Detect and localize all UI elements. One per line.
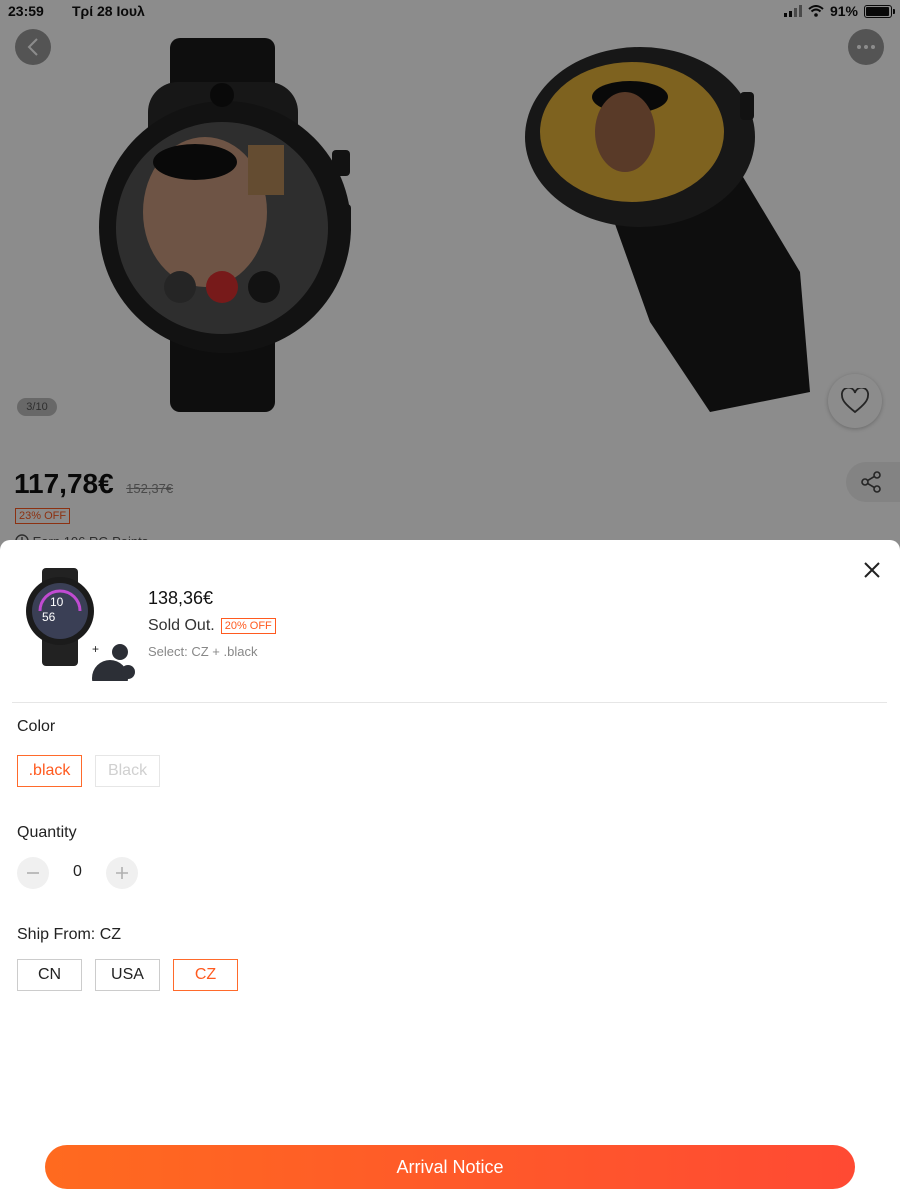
color-label: Color <box>17 718 56 735</box>
ship-option-cn[interactable]: CN <box>17 959 82 991</box>
sku-price: 138,36€ <box>148 588 214 608</box>
ship-from-label: Ship From: CZ <box>17 926 122 943</box>
quantity-decrease-button[interactable] <box>17 857 49 889</box>
sku-thumbnail: 10 56 + <box>26 568 135 681</box>
selection-summary: Select: CZ + .black <box>148 644 258 659</box>
stock-row: Sold Out. 20% OFF <box>148 617 276 635</box>
quantity-increase-button[interactable] <box>106 857 138 889</box>
discount-badge: 20% OFF <box>220 618 276 634</box>
svg-text:56: 56 <box>42 610 56 624</box>
quantity-value[interactable]: 0 <box>73 863 82 881</box>
minus-icon <box>27 872 39 874</box>
close-icon <box>864 562 880 578</box>
arrival-notice-button[interactable]: Arrival Notice <box>45 1145 855 1189</box>
svg-text:+: + <box>92 642 99 656</box>
quantity-label: Quantity <box>17 824 77 841</box>
svg-text:10: 10 <box>50 595 64 609</box>
sku-selector-sheet: 10 56 + 138,36€ Sold Out. 20% OFF Select… <box>0 540 900 1200</box>
ship-option-cz[interactable]: CZ <box>173 959 238 991</box>
color-option-black[interactable]: Black <box>95 755 160 787</box>
close-button[interactable] <box>860 558 884 582</box>
ship-option-usa[interactable]: USA <box>95 959 160 991</box>
stock-status: Sold Out. <box>148 617 215 634</box>
plus-icon <box>116 867 128 879</box>
divider <box>12 702 887 703</box>
color-option-dot-black[interactable]: .black <box>17 755 82 787</box>
